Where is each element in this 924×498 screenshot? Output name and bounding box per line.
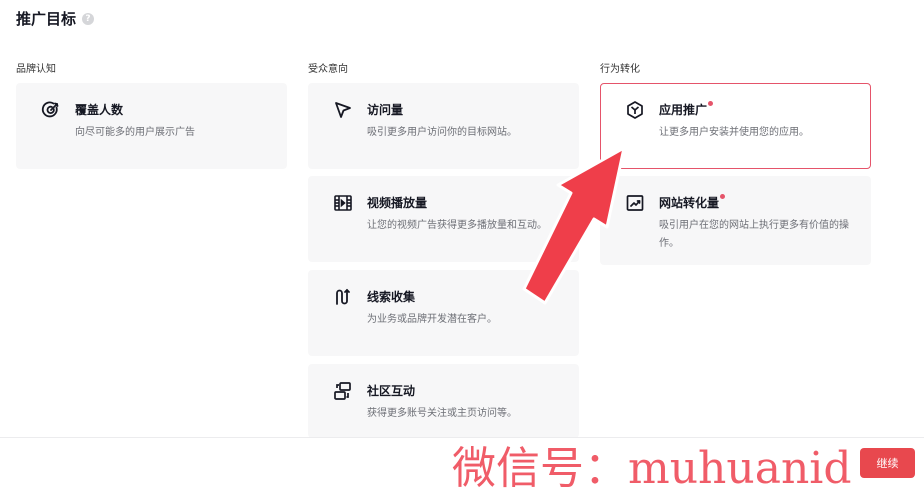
objective-card-traffic[interactable]: 访问量 吸引更多用户访问你的目标网站。: [308, 83, 579, 169]
objective-card-video-views[interactable]: 视频播放量 让您的视频广告获得更多播放量和互动。: [308, 176, 579, 262]
objective-title: 网站转化量: [659, 194, 726, 211]
app-icon: [625, 100, 645, 120]
objective-desc: 吸引更多用户访问你的目标网站。: [367, 127, 517, 138]
objective-title: 社区互动: [367, 384, 416, 398]
objective-desc: 为业务或品牌开发潜在客户。: [367, 314, 497, 325]
chart-up-icon: [625, 193, 645, 213]
cursor-icon: [333, 100, 353, 120]
objective-desc: 吸引用户在您的网站上执行更多有价值的操作。: [659, 220, 849, 249]
continue-button[interactable]: 继续: [860, 448, 915, 478]
objective-card-leads[interactable]: 线索收集 为业务或品牌开发潜在客户。: [308, 270, 579, 356]
objective-title: 覆盖人数: [75, 103, 124, 117]
column-label-conversion: 行为转化: [600, 64, 640, 75]
new-badge-dot: [708, 101, 714, 106]
film-icon: [333, 193, 353, 213]
objective-title-text: 网站转化量: [659, 196, 720, 210]
objective-desc: 向尽可能多的用户展示广告: [75, 127, 195, 138]
objective-title: 视频播放量: [367, 196, 428, 210]
target-icon: [41, 100, 61, 120]
question-circle-icon[interactable]: ?: [82, 12, 95, 25]
community-icon: [333, 381, 353, 401]
objective-desc: 让更多用户安装并使用您的应用。: [659, 127, 809, 138]
column-label-brand: 品牌认知: [16, 64, 56, 75]
new-badge-dot: [720, 194, 726, 199]
funnel-icon: [333, 287, 353, 307]
page-title-text: 推广目标: [16, 10, 77, 28]
objective-desc: 让您的视频广告获得更多播放量和互动。: [367, 220, 547, 231]
watermark-text: 微信号：muhuanid: [452, 443, 852, 494]
page-title: 推广目标 ?: [16, 8, 95, 29]
column-label-consideration: 受众意向: [308, 64, 348, 75]
objective-title: 线索收集: [367, 290, 416, 304]
objective-title: 访问量: [367, 103, 404, 117]
objective-title: 应用推广: [659, 101, 714, 118]
objective-desc: 获得更多账号关注或主页访问等。: [367, 408, 517, 419]
objective-title-text: 应用推广: [659, 103, 708, 117]
objective-card-conversions[interactable]: 网站转化量 吸引用户在您的网站上执行更多有价值的操作。: [600, 176, 871, 265]
objective-card-community[interactable]: 社区互动 获得更多账号关注或主页访问等。: [308, 364, 579, 438]
objective-card-app-promotion[interactable]: 应用推广 让更多用户安装并使用您的应用。: [600, 83, 871, 169]
objective-card-reach[interactable]: 覆盖人数 向尽可能多的用户展示广告: [16, 83, 287, 169]
